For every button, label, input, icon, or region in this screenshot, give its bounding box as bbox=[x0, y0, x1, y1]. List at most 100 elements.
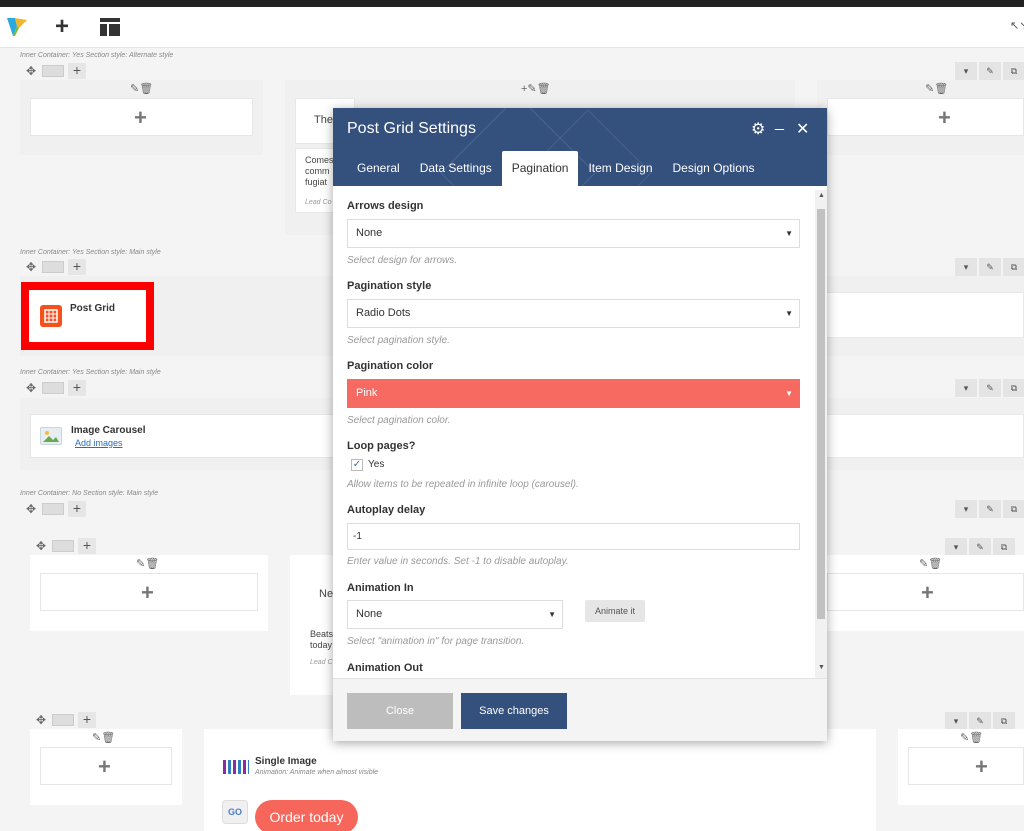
image-carousel-element[interactable]: Image Carousel Add images bbox=[30, 414, 340, 458]
move-icon[interactable]: ✥ bbox=[24, 502, 38, 516]
chevron-down-icon[interactable]: ▾ bbox=[955, 62, 977, 80]
column-add-edit-delete-icons[interactable]: +✎🗑 bbox=[521, 82, 551, 95]
column-drop-area[interactable]: + bbox=[40, 747, 172, 785]
column-layout-icon[interactable] bbox=[42, 65, 64, 77]
copy-icon[interactable]: ⧉ bbox=[1003, 500, 1024, 518]
pencil-icon[interactable]: ✎ bbox=[979, 379, 1001, 397]
pagination-color-help: Select pagination color. bbox=[347, 415, 451, 426]
add-column-icon[interactable]: + bbox=[68, 259, 86, 275]
pencil-icon[interactable]: ✎ bbox=[979, 62, 1001, 80]
copy-icon[interactable]: ⧉ bbox=[1003, 379, 1024, 397]
close-button[interactable]: Close bbox=[347, 693, 453, 729]
single-image-subtitle: Animation: Animate when almost visible bbox=[255, 769, 379, 776]
autoplay-delay-help: Enter value in seconds. Set -1 to disabl… bbox=[347, 556, 569, 567]
column-layout-icon[interactable] bbox=[42, 503, 64, 515]
copy-icon[interactable]: ⧉ bbox=[1003, 258, 1024, 276]
add-element-icon[interactable]: + bbox=[975, 754, 988, 780]
autoplay-delay-label: Autoplay delay bbox=[347, 504, 426, 516]
move-icon[interactable]: ✥ bbox=[24, 381, 38, 395]
dropdown-arrow-icon: ▼ bbox=[785, 229, 793, 238]
save-changes-button[interactable]: Save changes bbox=[461, 693, 567, 729]
pencil-icon[interactable]: ✎ bbox=[969, 712, 991, 730]
add-element-icon[interactable]: + bbox=[55, 15, 69, 39]
scroll-up-icon[interactable]: ▲ bbox=[818, 192, 825, 199]
chevron-down-icon[interactable]: ▾ bbox=[955, 500, 977, 518]
move-icon[interactable]: ✥ bbox=[24, 64, 38, 78]
autoplay-delay-input[interactable]: -1 bbox=[347, 523, 800, 550]
move-icon[interactable]: ✥ bbox=[34, 713, 48, 727]
pencil-icon[interactable]: ✎ bbox=[979, 500, 1001, 518]
add-element-icon[interactable]: + bbox=[938, 105, 951, 131]
modal-footer: Close Save changes bbox=[333, 678, 827, 741]
modal-scrollbar[interactable]: ▲ ▼ bbox=[815, 190, 827, 678]
column-layout-icon[interactable] bbox=[42, 261, 64, 273]
arrows-design-select[interactable]: None ▼ bbox=[347, 219, 800, 248]
builder-navbar: + ↖↘ bbox=[0, 7, 1024, 48]
column-drop-area[interactable]: + bbox=[827, 573, 1024, 611]
add-element-icon[interactable]: + bbox=[921, 580, 934, 606]
column-edit-delete-icons[interactable]: ✎🗑 bbox=[960, 731, 983, 744]
row-label: Inner Container: Yes Section style: Main… bbox=[20, 249, 161, 256]
column-drop-area[interactable]: + bbox=[30, 98, 253, 136]
image-carousel-title: Image Carousel bbox=[71, 425, 146, 436]
minimize-icon[interactable]: _ bbox=[775, 114, 784, 132]
chevron-down-icon[interactable]: ▾ bbox=[955, 258, 977, 276]
copy-icon[interactable]: ⧉ bbox=[993, 538, 1015, 556]
pagination-style-select[interactable]: Radio Dots ▼ bbox=[347, 299, 800, 328]
scrollbar-thumb[interactable] bbox=[817, 209, 825, 619]
add-column-icon[interactable]: + bbox=[68, 63, 86, 79]
column-drop-area[interactable]: + bbox=[40, 573, 258, 611]
close-icon[interactable]: ✕ bbox=[796, 119, 809, 139]
animation-in-label: Animation In bbox=[347, 582, 414, 594]
add-column-icon[interactable]: + bbox=[78, 712, 96, 728]
modal-header[interactable]: Post Grid Settings ⚙ _ ✕ General Data Se… bbox=[333, 108, 827, 186]
order-today-button[interactable]: Order today bbox=[255, 800, 358, 831]
loop-pages-label: Loop pages? bbox=[347, 440, 416, 452]
pencil-icon[interactable]: ✎ bbox=[969, 538, 991, 556]
column-drop-area[interactable]: + bbox=[827, 98, 1024, 136]
column-layout-icon[interactable] bbox=[42, 382, 64, 394]
move-icon[interactable]: ✥ bbox=[24, 260, 38, 274]
loop-pages-checkbox[interactable]: ✓ bbox=[351, 459, 363, 471]
add-images-link[interactable]: Add images bbox=[75, 438, 123, 448]
tab-design-options[interactable]: Design Options bbox=[663, 151, 765, 186]
pencil-icon[interactable]: ✎ bbox=[979, 258, 1001, 276]
post-grid-element[interactable]: Post Grid bbox=[21, 282, 154, 350]
add-column-icon[interactable]: + bbox=[78, 538, 96, 554]
add-column-icon[interactable]: + bbox=[68, 380, 86, 396]
fullscreen-icon[interactable]: ↖↘ bbox=[1010, 19, 1024, 32]
tab-item-design[interactable]: Item Design bbox=[578, 151, 662, 186]
add-column-icon[interactable]: + bbox=[68, 501, 86, 517]
animation-in-select[interactable]: None ▼ bbox=[347, 600, 563, 629]
add-element-icon[interactable]: + bbox=[141, 580, 154, 606]
column-edit-delete-icons[interactable]: ✎🗑 bbox=[136, 557, 159, 570]
copy-icon[interactable]: ⧉ bbox=[1003, 62, 1024, 80]
column-layout-icon[interactable] bbox=[52, 540, 74, 552]
chevron-down-icon[interactable]: ▾ bbox=[945, 538, 967, 556]
column-edit-delete-icons[interactable]: ✎🗑 bbox=[919, 557, 942, 570]
column-drop-area[interactable]: + bbox=[908, 747, 1024, 785]
pagination-color-select[interactable]: Pink ▼ bbox=[347, 379, 800, 408]
tab-pagination[interactable]: Pagination bbox=[501, 151, 579, 186]
chevron-down-icon[interactable]: ▾ bbox=[955, 379, 977, 397]
row-label: Inner Container: No Section style: Main … bbox=[20, 490, 159, 497]
layout-icon[interactable] bbox=[100, 18, 120, 41]
column-layout-icon[interactable] bbox=[52, 714, 74, 726]
chevron-down-icon[interactable]: ▾ bbox=[945, 712, 967, 730]
gear-icon[interactable]: ⚙ bbox=[751, 119, 765, 139]
column-edit-delete-icons[interactable]: ✎🗑 bbox=[130, 82, 153, 95]
animate-it-button[interactable]: Animate it bbox=[585, 600, 645, 622]
arrows-design-help: Select design for arrows. bbox=[347, 255, 458, 266]
loop-pages-option[interactable]: Yes bbox=[368, 459, 384, 470]
tab-data-settings[interactable]: Data Settings bbox=[410, 151, 502, 186]
pagination-style-value: Radio Dots bbox=[356, 307, 411, 319]
add-element-icon[interactable]: + bbox=[134, 105, 147, 131]
scroll-down-icon[interactable]: ▼ bbox=[818, 664, 825, 671]
column-edit-delete-icons[interactable]: ✎🗑 bbox=[925, 82, 948, 95]
add-element-icon[interactable]: + bbox=[98, 754, 111, 780]
tab-general[interactable]: General bbox=[347, 151, 410, 186]
vc-logo-icon[interactable] bbox=[5, 16, 29, 43]
move-icon[interactable]: ✥ bbox=[34, 539, 48, 553]
column-edit-delete-icons[interactable]: ✎🗑 bbox=[92, 731, 115, 744]
copy-icon[interactable]: ⧉ bbox=[993, 712, 1015, 730]
